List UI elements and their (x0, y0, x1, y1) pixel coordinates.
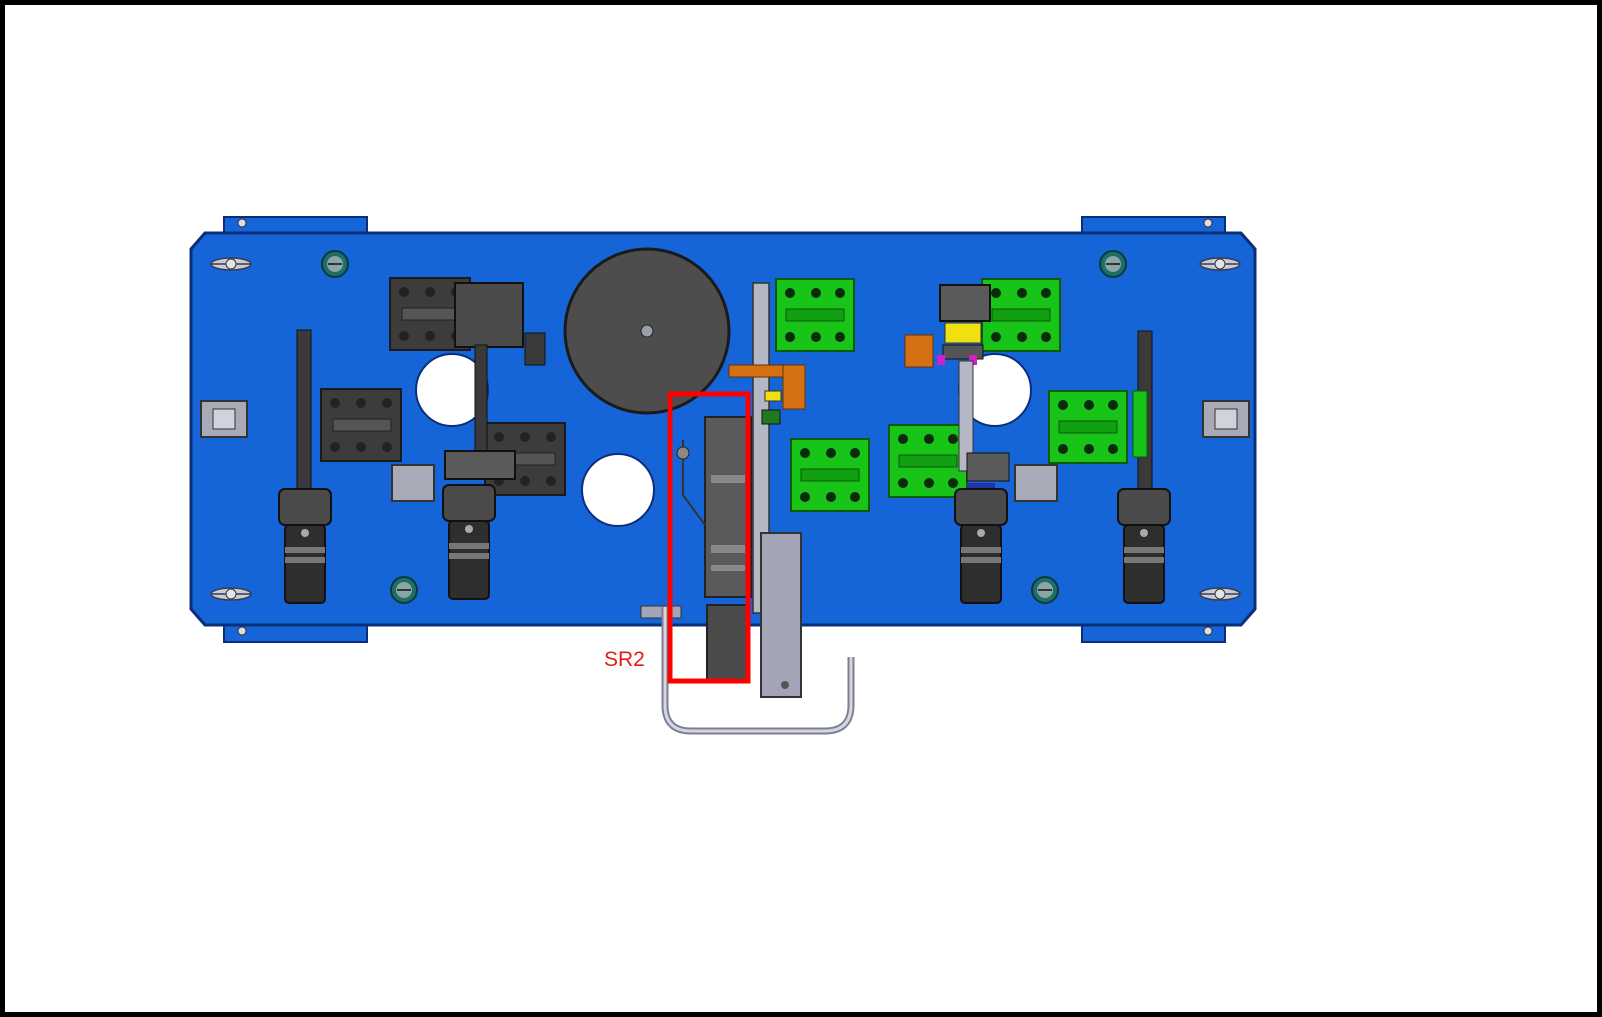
rotary-disc (563, 247, 731, 415)
callout-label: SR2 (604, 648, 645, 671)
fixture-drawing (189, 216, 1257, 735)
drawing-frame: SR2 (0, 0, 1602, 1017)
